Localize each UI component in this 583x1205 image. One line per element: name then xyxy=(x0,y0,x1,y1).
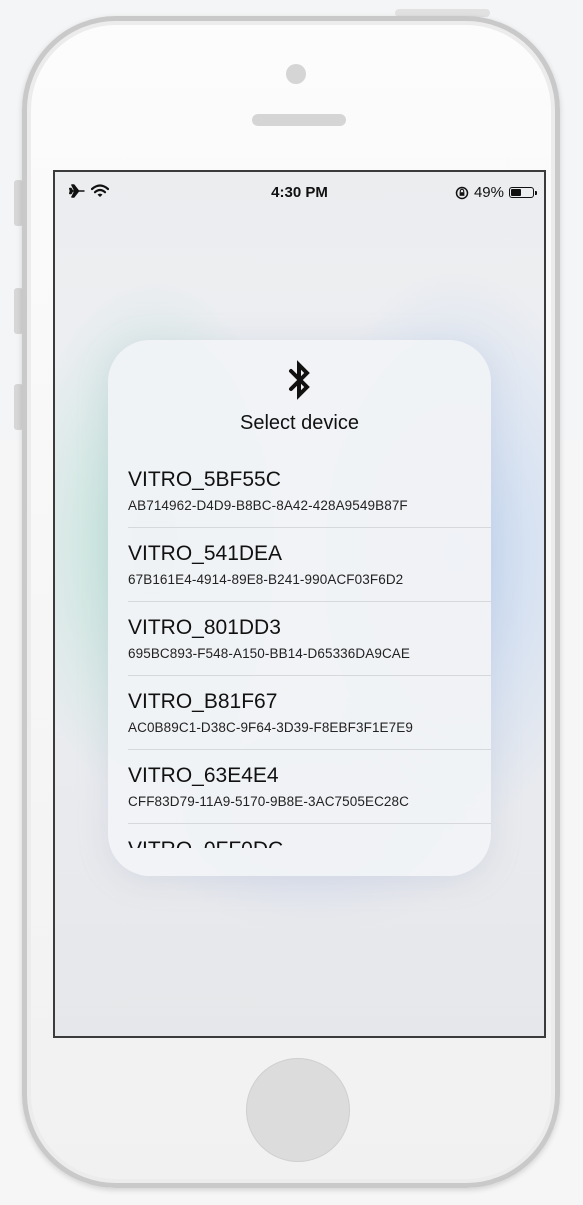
select-device-dialog: Select device VITRO_5BF55C AB714962-D4D9… xyxy=(108,340,491,876)
device-item[interactable]: VITRO_5BF55C AB714962-D4D9-B8BC-8A42-428… xyxy=(128,454,491,528)
device-name: VITRO_0FF0DC xyxy=(128,838,283,848)
dialog-title: Select device xyxy=(240,412,359,434)
home-button[interactable] xyxy=(246,1058,350,1162)
phone-screen: 4:30 PM 49% Select device VITRO_5BF55C A… xyxy=(55,172,544,1036)
battery-level xyxy=(511,189,521,196)
mockup-stage: 4:30 PM 49% Select device VITRO_5BF55C A… xyxy=(0,0,583,1205)
device-uuid: CFF83D79-11A9-5170-9B8E-3AC7505EC28C xyxy=(128,794,410,809)
device-name: VITRO_B81F67 xyxy=(128,690,278,713)
device-item[interactable]: VITRO_0FF0DC xyxy=(128,824,491,848)
device-uuid: 67B161E4-4914-89E8-B241-990ACF03F6D2 xyxy=(128,572,404,587)
status-bar: 4:30 PM 49% xyxy=(55,172,544,216)
camera-icon xyxy=(286,64,306,84)
device-name: VITRO_801DD3 xyxy=(128,616,281,639)
device-item[interactable]: VITRO_541DEA 67B161E4-4914-89E8-B241-990… xyxy=(128,528,491,602)
device-name: VITRO_5BF55C xyxy=(128,468,281,491)
device-uuid: 695BC893-F548-A150-BB14-D65336DA9CAE xyxy=(128,646,411,661)
device-list[interactable]: VITRO_5BF55C AB714962-D4D9-B8BC-8A42-428… xyxy=(108,454,491,848)
battery-cap xyxy=(535,191,537,195)
rotation-lock-icon xyxy=(455,186,469,199)
device-name: VITRO_63E4E4 xyxy=(128,764,279,787)
device-item[interactable]: VITRO_63E4E4 CFF83D79-11A9-5170-9B8E-3AC… xyxy=(128,750,491,824)
device-item[interactable]: VITRO_B81F67 AC0B89C1-D38C-9F64-3D39-F8E… xyxy=(128,676,491,750)
speaker-grille xyxy=(252,114,346,126)
battery-icon xyxy=(509,187,537,198)
device-item[interactable]: VITRO_801DD3 695BC893-F548-A150-BB14-D65… xyxy=(128,602,491,676)
device-uuid: AC0B89C1-D38C-9F64-3D39-F8EBF3F1E7E9 xyxy=(128,720,413,735)
status-right: 49% xyxy=(455,184,537,201)
device-uuid: AB714962-D4D9-B8BC-8A42-428A9549B87F xyxy=(128,498,408,513)
bluetooth-icon xyxy=(289,360,310,400)
device-name: VITRO_541DEA xyxy=(128,542,283,565)
battery-percent: 49% xyxy=(473,184,504,201)
